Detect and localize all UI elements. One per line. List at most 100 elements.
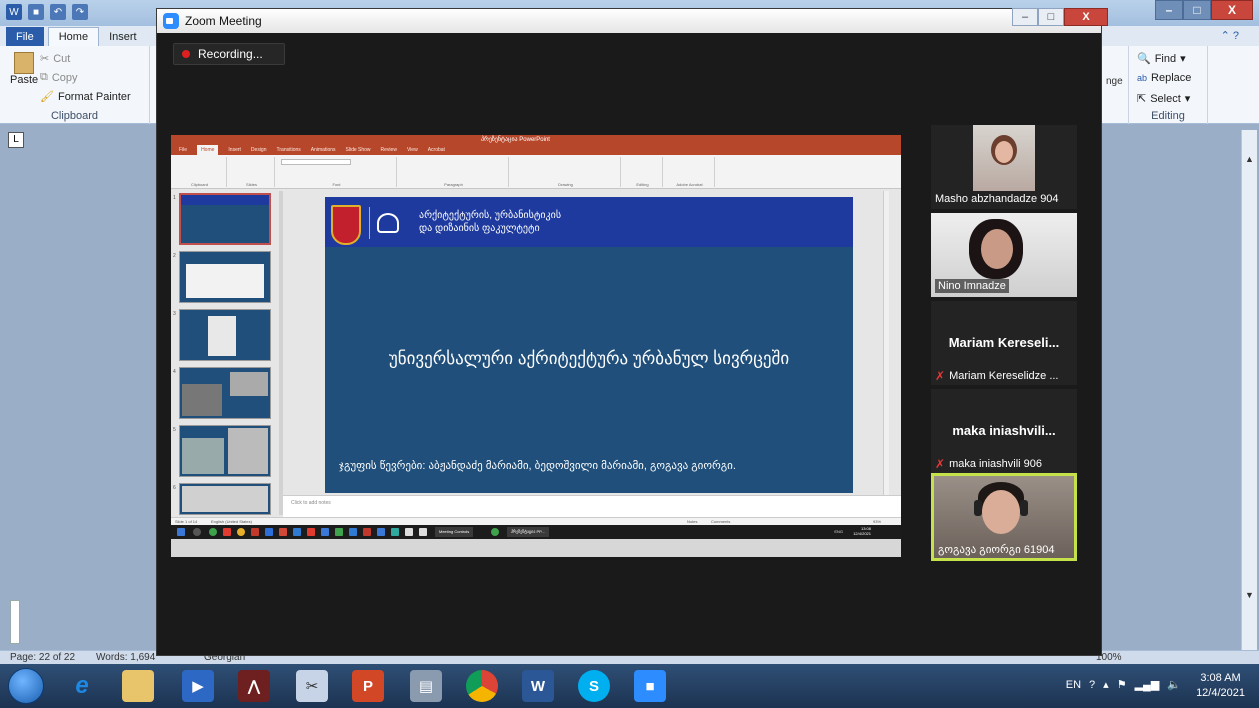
cut-button[interactable]: ✂ Cut <box>40 52 70 66</box>
ppt-task[interactable]: პრეზენტაცია PP... <box>507 527 549 537</box>
thumb-content <box>228 428 268 474</box>
help-icon[interactable]: ⌃ ? <box>1221 29 1239 42</box>
slide-thumbnail[interactable] <box>179 367 271 419</box>
select-button[interactable]: ⇱ Select ▾ <box>1137 92 1190 106</box>
ppt-notes-toggle[interactable]: Notes <box>687 519 697 524</box>
redo-icon[interactable]: ↷ <box>72 4 88 20</box>
flag-icon[interactable]: ⚑ <box>1117 678 1127 691</box>
save-icon[interactable]: ■ <box>28 4 44 20</box>
zoom-close-button[interactable]: X <box>1064 8 1108 26</box>
ppt-tab-transitions[interactable]: Transitions <box>277 145 301 155</box>
help-icon[interactable]: ? <box>1089 679 1095 691</box>
ppt-tab-animations[interactable]: Animations <box>311 145 336 155</box>
partial-ribbon-text: nge <box>1106 76 1123 87</box>
ppt-tab-file[interactable]: File <box>179 145 187 155</box>
slide-thumbnail[interactable] <box>179 193 271 245</box>
ppt-comments-toggle[interactable]: Comments <box>711 519 730 524</box>
find-button[interactable]: 🔍 Find ▾ <box>1137 52 1186 66</box>
participant-name: Nino Imnadze <box>935 279 1009 293</box>
chrome-icon <box>209 528 217 536</box>
language-indicator[interactable]: EN <box>1066 679 1081 691</box>
slide-org-line1: არქიტექტურის, ურბანისტიკის <box>419 210 562 221</box>
scroll-up-arrow-icon[interactable]: ▲ <box>1245 154 1254 164</box>
start-button[interactable] <box>8 668 44 704</box>
close-button[interactable]: X <box>1211 0 1253 20</box>
ruler-toggle[interactable]: L <box>8 132 24 148</box>
app-icon[interactable]: ▤ <box>410 670 442 702</box>
slide-thumbnail[interactable] <box>179 425 271 477</box>
ppt-group-label: Editing <box>636 182 649 187</box>
thumb-content <box>182 486 268 512</box>
tab-home[interactable]: Home <box>47 27 100 46</box>
app-icon[interactable]: ⋀ <box>238 670 270 702</box>
ppt-tab-slideshow[interactable]: Slide Show <box>346 145 371 155</box>
participant-tile[interactable]: maka iniashvili... ✗ maka iniashvili 906 <box>931 389 1077 473</box>
participant-tile[interactable]: Mariam Kereseli... ✗ Mariam Kereselidze … <box>931 301 1077 385</box>
ppt-font-select[interactable] <box>281 159 351 165</box>
zoom-minimize-button[interactable]: – <box>1012 8 1038 26</box>
thumb-number: 5 <box>173 427 176 433</box>
meeting-controls-task[interactable]: Meeting Controls <box>435 527 474 537</box>
binoculars-icon: 🔍 <box>1137 53 1151 65</box>
slide-thumbnail[interactable] <box>179 483 271 515</box>
minimize-button[interactable]: – <box>1155 0 1183 20</box>
app-icon <box>335 528 343 536</box>
ppt-tab-insert[interactable]: Insert <box>228 145 241 155</box>
notes-pane[interactable]: Click to add notes <box>283 495 901 517</box>
format-painter-label: Format Painter <box>57 90 131 103</box>
app-icon <box>279 528 287 536</box>
ppt-tab-review[interactable]: Review <box>381 145 397 155</box>
thumb-content <box>230 372 268 396</box>
signal-icon[interactable]: ▂▄▆ <box>1135 678 1160 691</box>
file-explorer-icon[interactable] <box>122 670 154 702</box>
recording-indicator[interactable]: Recording... <box>173 43 285 65</box>
slide-thumbnail[interactable] <box>179 309 271 361</box>
copy-button[interactable]: ⧉ Copy <box>40 71 78 84</box>
zoom-icon[interactable]: ■ <box>634 670 666 702</box>
ppt-tab-view[interactable]: View <box>407 145 418 155</box>
powerpoint-icon[interactable]: P <box>352 670 384 702</box>
app-icon <box>405 528 413 536</box>
tab-file[interactable]: File <box>6 27 44 46</box>
slide-thumbnail[interactable] <box>179 251 271 303</box>
participant-tile[interactable]: Nino Imnadze <box>931 213 1077 297</box>
ppt-zoom[interactable]: 93% <box>873 519 881 524</box>
paste-button[interactable]: Paste <box>10 52 38 86</box>
volume-icon[interactable]: 🔈 <box>1167 678 1181 691</box>
maximize-button[interactable]: □ <box>1183 0 1211 20</box>
network-icon[interactable]: ▴ <box>1103 678 1109 691</box>
ppt-tab-home[interactable]: Home <box>197 145 219 155</box>
tab-insert[interactable]: Insert <box>99 27 147 46</box>
snipping-tool-icon[interactable]: ✂ <box>296 670 328 702</box>
current-slide[interactable]: არქიტექტურის, ურბანისტიკის და დიზაინის ფ… <box>325 197 853 493</box>
media-player-icon[interactable]: ▶ <box>182 670 214 702</box>
chrome-icon[interactable] <box>466 670 498 702</box>
undo-icon[interactable]: ↶ <box>50 4 66 20</box>
faculty-logo-icon <box>377 213 399 233</box>
thumb-content <box>208 316 236 356</box>
slide-scrollbar[interactable] <box>883 191 889 511</box>
participant-video <box>973 125 1035 191</box>
word-app-icon[interactable]: W <box>6 4 22 20</box>
app-icon <box>419 528 427 536</box>
participant-tile-active-speaker[interactable]: გოგავა გიორგი 61904 <box>931 473 1077 561</box>
ppt-group-label: Paragraph <box>444 182 463 187</box>
participant-tile[interactable]: Masho abzhandadze 904 <box>931 125 1077 209</box>
app-icon <box>293 528 301 536</box>
zoom-window-controls: – □ X <box>1012 8 1108 26</box>
record-dot-icon <box>182 50 190 58</box>
ppt-group-label: Drawing <box>558 182 573 187</box>
app-icon <box>377 528 385 536</box>
word-icon[interactable]: W <box>522 670 554 702</box>
zoom-maximize-button[interactable]: □ <box>1038 8 1064 26</box>
format-painter-button[interactable]: 🖌 Format Painter <box>40 90 131 104</box>
scroll-down-arrow-icon[interactable]: ▼ <box>1245 590 1254 600</box>
system-clock[interactable]: 3:08 AM 12/4/2021 <box>1196 671 1245 701</box>
internet-explorer-icon[interactable]: e <box>66 670 98 702</box>
skype-icon[interactable]: S <box>578 670 610 702</box>
vertical-scrollbar[interactable]: ▲ ▼ <box>1241 130 1257 650</box>
thumbnail-scrollbar[interactable] <box>279 191 283 515</box>
replace-button[interactable]: ab Replace <box>1137 72 1191 84</box>
ppt-tab-acrobat[interactable]: Acrobat <box>428 145 445 155</box>
ppt-tab-design[interactable]: Design <box>251 145 267 155</box>
